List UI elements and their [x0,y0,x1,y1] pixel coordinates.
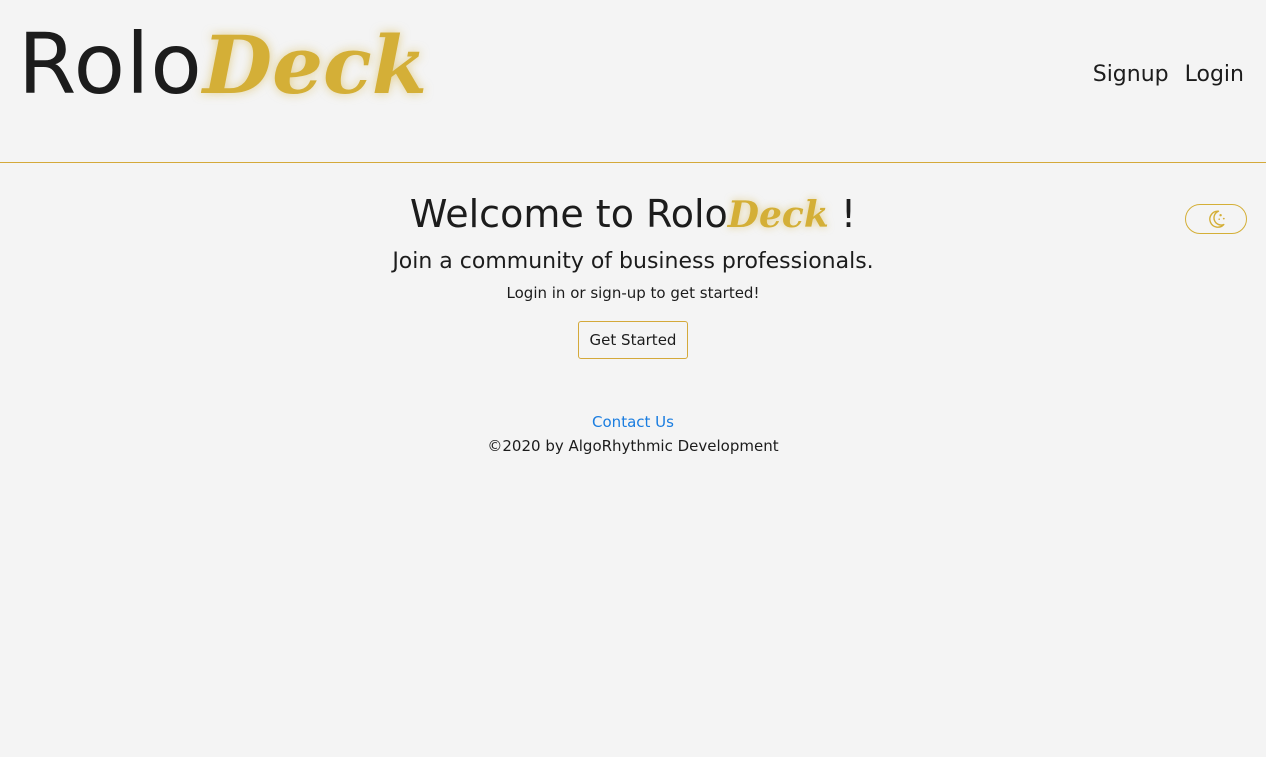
hero-section: Welcome to RoloDeck ! Join a community o… [0,190,1266,359]
hero-tagline: Login in or sign-up to get started! [506,284,760,302]
site-footer: Contact Us ©2020 by AlgoRhythmic Develop… [0,410,1266,458]
nav-signup-link[interactable]: Signup [1093,62,1169,87]
welcome-brand-deck: Deck [727,194,829,236]
copyright-text: ©2020 by AlgoRhythmic Development [487,437,779,455]
welcome-prefix: Welcome to Rolo [409,192,728,236]
hero-subtitle: Join a community of business professiona… [392,249,874,274]
logo-text-deck: Deck [202,18,428,112]
site-header: RoloDeck Signup Login [0,0,1266,163]
nav-login-link[interactable]: Login [1185,62,1244,87]
main-nav: Signup Login [1093,62,1244,87]
logo-text-rolo: Rolo [18,15,203,113]
welcome-suffix: ! [828,192,857,236]
contact-us-link[interactable]: Contact Us [0,410,1266,434]
get-started-button[interactable]: Get Started [577,321,689,359]
welcome-heading: Welcome to RoloDeck ! [0,190,1266,239]
logo[interactable]: RoloDeck [18,22,427,106]
